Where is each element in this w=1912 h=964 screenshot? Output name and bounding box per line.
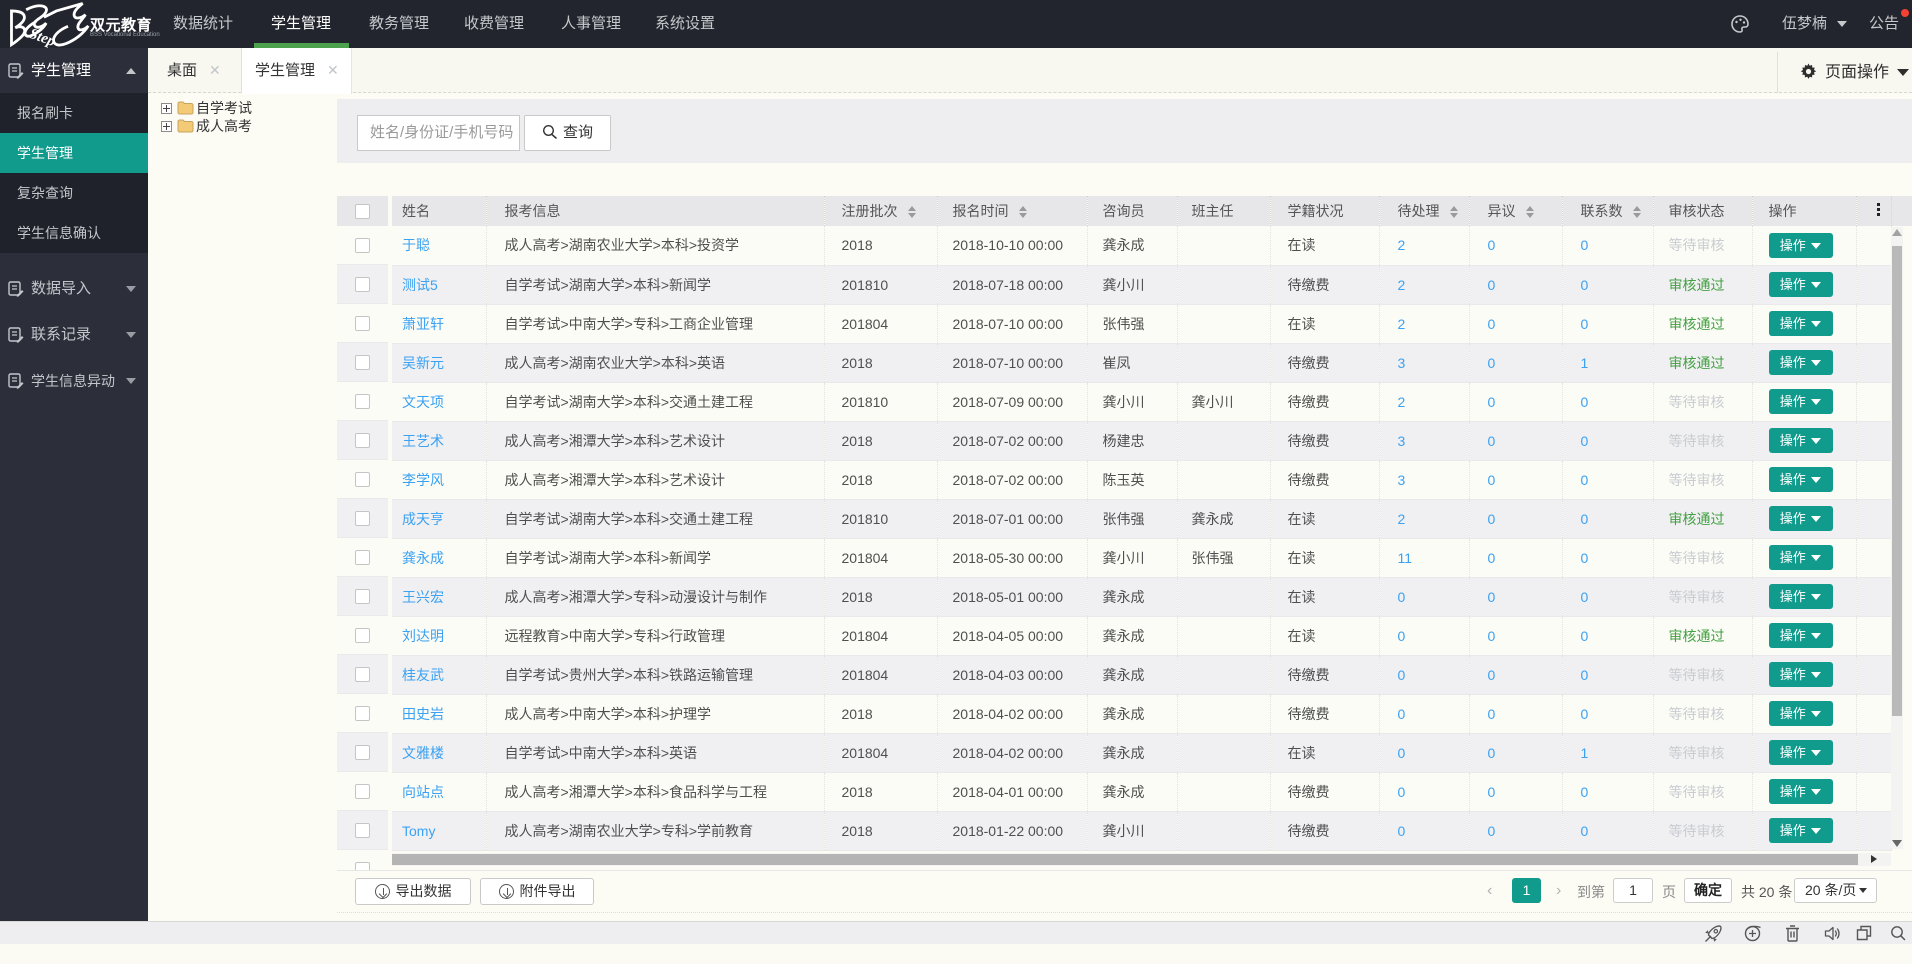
svg-text:Step: Step <box>27 26 58 48</box>
